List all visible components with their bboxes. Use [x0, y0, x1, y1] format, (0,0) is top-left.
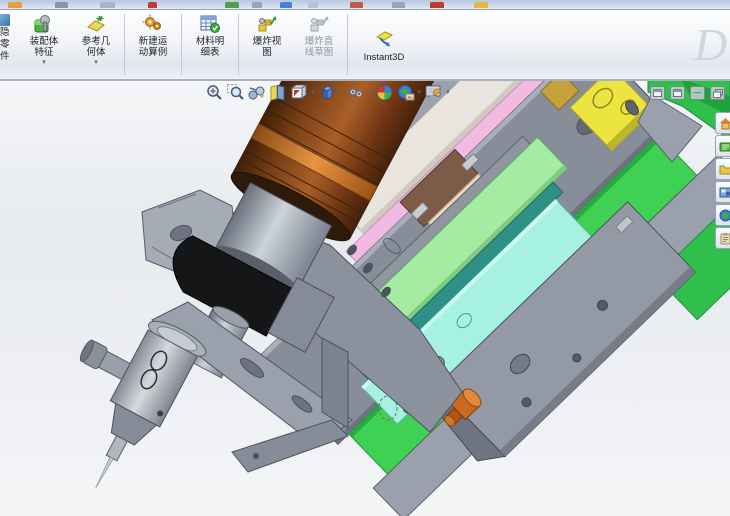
partial-button-icon: [0, 14, 10, 26]
previous-view-icon[interactable]: [247, 83, 266, 102]
tile-window-button[interactable]: [670, 86, 685, 100]
dropdown-caret[interactable]: ▾: [446, 88, 450, 96]
clipped-toolbar-icon[interactable]: [474, 2, 488, 8]
section-view-icon[interactable]: [268, 83, 287, 102]
view-orientation-icon[interactable]: [289, 83, 308, 102]
clipped-toolbar-icon[interactable]: [280, 2, 292, 8]
button-label: 特征: [34, 47, 54, 58]
clipped-toolbar-icon[interactable]: [55, 2, 68, 8]
button-label: 图: [262, 47, 272, 58]
tab-file-explorer[interactable]: [715, 158, 730, 180]
button-label: 动算例: [138, 47, 168, 58]
toolbar-separator: [238, 14, 239, 75]
button-label: 新建运: [138, 36, 168, 47]
apply-scene-icon[interactable]: [396, 83, 415, 102]
partial-char: 零: [0, 39, 10, 50]
dropdown-caret[interactable]: ▾: [42, 59, 46, 66]
heads-up-view-toolbar: ▾ ▾ ▾ ▾ ▾: [205, 82, 451, 102]
instant3d-button[interactable]: Instant3D: [350, 10, 418, 79]
clipped-toolbar-icon[interactable]: [308, 2, 318, 8]
hide-show-items-icon[interactable]: [346, 83, 365, 102]
dropdown-caret[interactable]: ▾: [311, 88, 315, 96]
document-window-controls: —: [650, 86, 725, 100]
minimize-window-button[interactable]: —: [690, 86, 705, 100]
toolbar-separator: [181, 14, 182, 75]
bill-of-materials-icon: [200, 15, 220, 33]
edit-appearance-icon[interactable]: [375, 83, 394, 102]
button-label: 装配体: [29, 36, 59, 47]
exploded-view-icon: [258, 16, 277, 32]
clipped-toolbar-icon[interactable]: [148, 2, 157, 8]
new-motion-study-button[interactable]: 新建运 动算例: [127, 10, 179, 79]
dropdown-caret[interactable]: ▾: [418, 88, 422, 96]
clipped-toolbar-icon[interactable]: [392, 2, 405, 8]
brand-watermark: D: [694, 19, 728, 70]
button-label: 线草图: [304, 47, 334, 58]
display-style-icon[interactable]: [318, 83, 337, 102]
toolbar-separator: [124, 14, 125, 75]
zoom-to-area-icon[interactable]: [226, 83, 245, 102]
dropdown-caret[interactable]: ▾: [94, 59, 98, 66]
dropdown-caret[interactable]: ▾: [368, 88, 372, 96]
button-label: 何体: [86, 47, 106, 58]
explode-line-sketch-icon: [310, 16, 329, 32]
button-label: 细表: [200, 47, 220, 58]
view-settings-icon[interactable]: [424, 83, 443, 102]
tab-design-library[interactable]: [715, 135, 730, 157]
tab-appearances-scenes[interactable]: [715, 204, 730, 226]
assembly-features-button[interactable]: 装配体 特征 ▾: [18, 10, 70, 79]
clipped-toolbar-icon[interactable]: [430, 2, 444, 8]
toolbar-separator: [347, 14, 348, 75]
partial-char: 隐: [0, 27, 10, 38]
command-manager-toolbar: 隐 零 件 装配体 特征 ▾ 参考几 何体 ▾ 新建运 动算例 材料明 细表 爆…: [0, 10, 730, 81]
zoom-to-fit-icon[interactable]: [205, 83, 224, 102]
clipped-toolbar-icon[interactable]: [225, 2, 239, 8]
palette-icon: [719, 187, 730, 197]
clipped-toolbar-icon[interactable]: [100, 2, 115, 8]
clipped-menu-strip: [0, 0, 730, 10]
new-motion-study-icon: [142, 14, 161, 30]
reference-geometry-icon: [87, 15, 105, 32]
task-pane-tab-strip: [715, 112, 730, 250]
folder-icon: [719, 165, 730, 174]
button-label: 爆炸视: [252, 36, 282, 47]
arm-hole: [253, 453, 259, 459]
tile-window-button[interactable]: [650, 86, 665, 100]
tab-solidworks-resources[interactable]: [715, 112, 730, 134]
button-label: 爆炸直: [304, 36, 334, 47]
button-label: Instant3D: [363, 51, 405, 63]
restore-window-button[interactable]: [710, 86, 725, 100]
partial-char: 件: [0, 51, 10, 62]
globe-icon: [719, 209, 730, 221]
reference-geometry-button[interactable]: 参考几 何体 ▾: [70, 10, 122, 79]
assembly-features-icon: [34, 15, 50, 33]
clipped-toolbar-icon[interactable]: [350, 2, 363, 8]
tab-custom-properties[interactable]: [715, 227, 730, 249]
instant3d-icon: [375, 30, 394, 46]
bill-of-materials-button[interactable]: 材料明 细表: [184, 10, 236, 79]
clipboard-icon: [720, 232, 730, 244]
explode-line-sketch-button[interactable]: 爆炸直 线草图: [293, 10, 345, 79]
partial-hidden-components-button[interactable]: 隐 零 件: [0, 10, 18, 79]
exploded-view-button[interactable]: 爆炸视 图: [241, 10, 293, 79]
tab-view-palette[interactable]: [715, 181, 730, 203]
button-label: 材料明: [195, 36, 225, 47]
button-label: 参考几: [81, 36, 111, 47]
dropdown-caret[interactable]: ▾: [340, 88, 344, 96]
clipped-toolbar-icon[interactable]: [252, 2, 262, 8]
part-link-bar[interactable]: [321, 337, 349, 429]
library-icon: [719, 142, 730, 151]
clipped-toolbar-icon[interactable]: [8, 2, 22, 8]
home-icon: [720, 117, 730, 129]
